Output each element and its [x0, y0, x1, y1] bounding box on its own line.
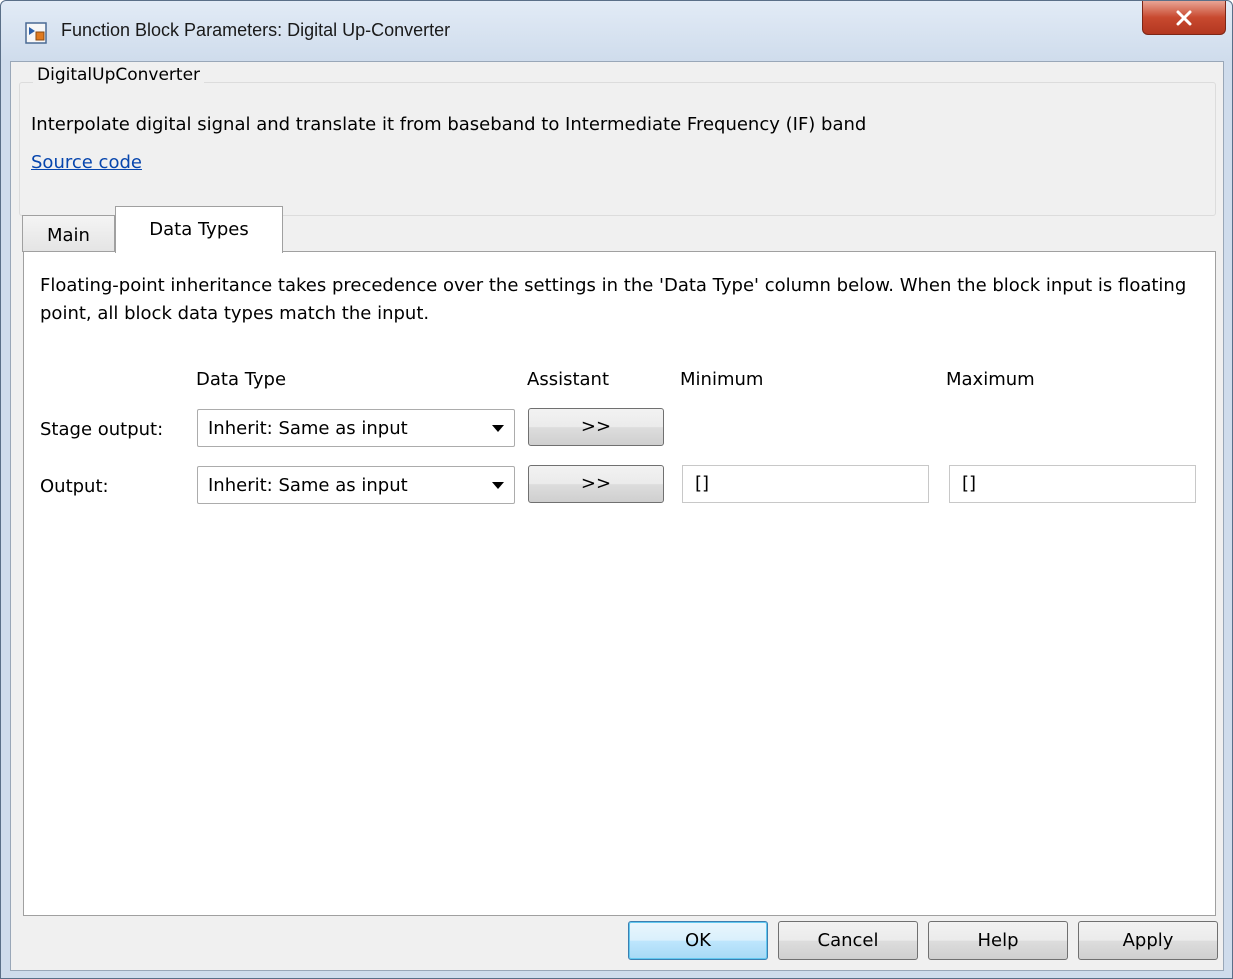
- block-description-group: [19, 82, 1216, 216]
- stage-output-label: Stage output:: [40, 419, 164, 440]
- column-header-data-type: Data Type: [196, 369, 287, 390]
- close-icon: [1176, 10, 1192, 25]
- output-label: Output:: [40, 476, 109, 497]
- apply-button[interactable]: Apply: [1078, 921, 1218, 960]
- ok-button[interactable]: OK: [628, 921, 768, 960]
- block-name-legend: DigitalUpConverter: [33, 65, 205, 85]
- block-description: Interpolate digital signal and translate…: [31, 114, 867, 135]
- output-data-type-dropdown[interactable]: Inherit: Same as input: [197, 466, 515, 504]
- data-types-panel: [23, 251, 1216, 916]
- cancel-button[interactable]: Cancel: [778, 921, 918, 960]
- chevron-down-icon: [492, 482, 504, 489]
- stage-output-data-type-dropdown[interactable]: Inherit: Same as input: [197, 409, 515, 447]
- simulink-block-icon: [25, 22, 47, 44]
- stage-output-data-type-value: Inherit: Same as input: [208, 418, 408, 439]
- title-bar[interactable]: Function Block Parameters: Digital Up-Co…: [1, 1, 1232, 61]
- column-header-maximum: Maximum: [946, 369, 1035, 390]
- output-minimum-field[interactable]: []: [682, 465, 929, 503]
- column-header-minimum: Minimum: [680, 369, 764, 390]
- floating-point-note: Floating-point inheritance takes precede…: [40, 275, 1187, 324]
- source-code-link[interactable]: Source code: [31, 152, 142, 173]
- chevron-down-icon: [492, 425, 504, 432]
- output-assistant-button[interactable]: >>: [528, 465, 664, 503]
- tab-data-types[interactable]: Data Types: [115, 206, 283, 253]
- help-button[interactable]: Help: [928, 921, 1068, 960]
- stage-output-assistant-button[interactable]: >>: [528, 408, 664, 446]
- column-header-assistant: Assistant: [527, 369, 610, 390]
- window-title: Function Block Parameters: Digital Up-Co…: [61, 20, 451, 40]
- output-data-type-value: Inherit: Same as input: [208, 475, 408, 496]
- close-button[interactable]: [1142, 1, 1226, 35]
- output-maximum-field[interactable]: []: [949, 465, 1196, 503]
- tab-main[interactable]: Main: [22, 215, 115, 252]
